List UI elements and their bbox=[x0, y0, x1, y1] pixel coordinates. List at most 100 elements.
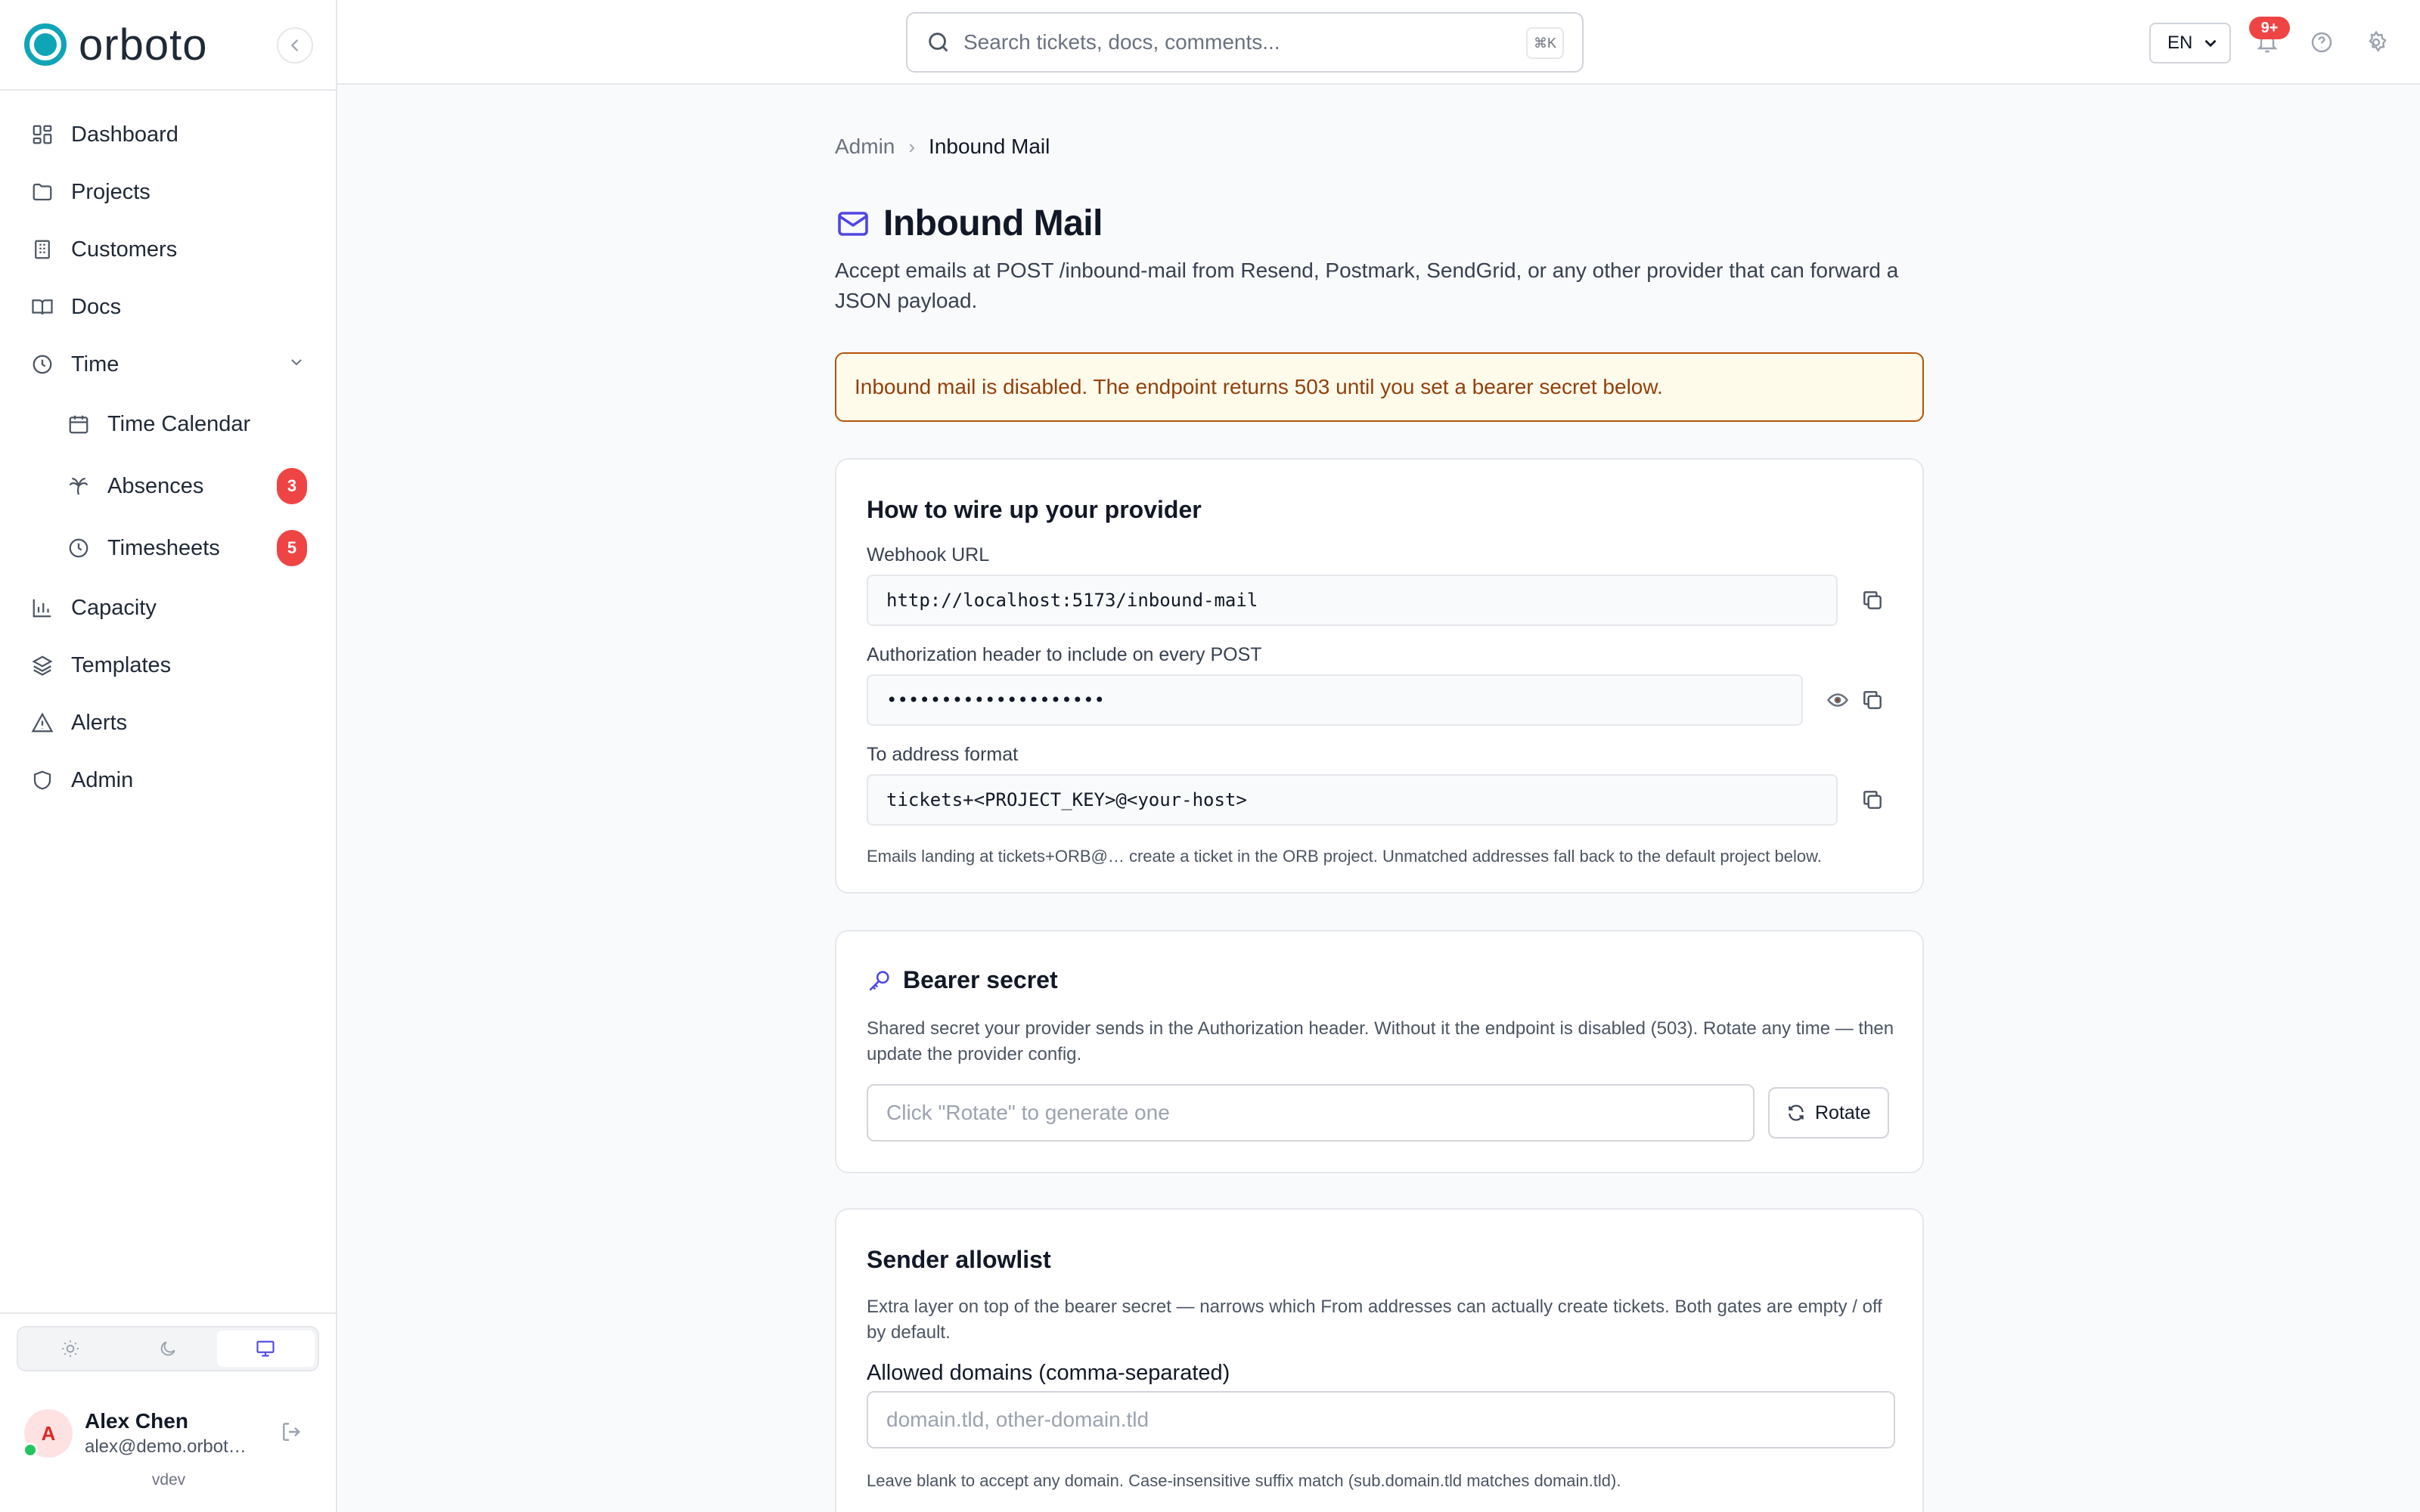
sidebar-item-absences[interactable]: Absences 3 bbox=[0, 455, 337, 517]
notifications-badge: 9+ bbox=[2249, 17, 2290, 39]
sidebar-item-label: Admin bbox=[71, 767, 134, 792]
sidebar-item-admin[interactable]: Admin bbox=[0, 751, 337, 809]
avatar: A bbox=[23, 1409, 73, 1458]
sender-allowlist-card: Sender allowlist Extra layer on top of t… bbox=[835, 1208, 1924, 1512]
sidebar-item-label: Docs bbox=[71, 294, 122, 319]
collapse-sidebar-button[interactable] bbox=[277, 27, 313, 64]
breadcrumb-current: Inbound Mail bbox=[929, 135, 1050, 158]
warning-triangle-icon bbox=[29, 709, 56, 736]
sidebar-item-label: Absences bbox=[107, 473, 204, 498]
moon-icon bbox=[160, 1341, 175, 1356]
mail-icon bbox=[838, 211, 868, 236]
folder-icon bbox=[29, 178, 56, 206]
allowed-domains-input[interactable]: domain.tld, other-domain.tld bbox=[867, 1391, 1895, 1448]
sidebar-nav: Dashboard Projects Customers Docs Time T… bbox=[0, 106, 337, 809]
sidebar-item-capacity[interactable]: Capacity bbox=[0, 579, 337, 637]
sidebar-item-label: Time Calendar bbox=[107, 411, 251, 436]
rotate-button[interactable]: Rotate bbox=[1768, 1087, 1889, 1139]
auth-header-label: Authorization header to include on every… bbox=[867, 644, 1262, 665]
copy-icon[interactable] bbox=[1857, 785, 1888, 815]
refresh-icon bbox=[1786, 1103, 1806, 1123]
absences-count-badge: 3 bbox=[277, 468, 307, 504]
eye-icon[interactable] bbox=[1823, 685, 1853, 715]
bearer-secret-input[interactable]: Click "Rotate" to generate one bbox=[867, 1084, 1754, 1142]
card-title: Bearer secret bbox=[867, 966, 1058, 994]
chevron-down-icon bbox=[2201, 33, 2220, 58]
online-status-dot bbox=[23, 1442, 38, 1458]
webhook-url-field[interactable]: http://localhost:5173/inbound-mail bbox=[867, 575, 1838, 626]
chevron-down-icon bbox=[287, 352, 306, 377]
to-address-label: To address format bbox=[867, 744, 1019, 765]
shield-icon bbox=[29, 767, 56, 794]
sidebar-item-label: Alerts bbox=[71, 710, 128, 735]
user-email: alex@demo.orbot… bbox=[85, 1436, 247, 1457]
webhook-url-value: http://localhost:5173/inbound-mail bbox=[886, 590, 1258, 611]
avatar-initial: A bbox=[41, 1421, 56, 1445]
timesheets-count-badge: 5 bbox=[277, 530, 307, 566]
alert-text: Inbound mail is disabled. The endpoint r… bbox=[855, 375, 1663, 398]
sidebar-item-label: Capacity bbox=[71, 595, 157, 620]
sidebar-item-timesheets[interactable]: Timesheets 5 bbox=[0, 517, 337, 579]
language-value: EN bbox=[2167, 33, 2193, 53]
theme-switcher bbox=[17, 1326, 319, 1371]
search-icon bbox=[929, 33, 948, 52]
brand-logo-icon bbox=[24, 23, 67, 66]
bar-chart-icon bbox=[29, 594, 56, 621]
sidebar-item-customers[interactable]: Customers bbox=[0, 221, 337, 278]
theme-light-button[interactable] bbox=[21, 1331, 119, 1367]
sidebar-item-time[interactable]: Time bbox=[0, 336, 337, 393]
page-header: Inbound Mail bbox=[835, 203, 1103, 244]
copy-icon[interactable] bbox=[1857, 585, 1888, 615]
webhook-url-label: Webhook URL bbox=[867, 544, 990, 565]
palm-tree-icon bbox=[65, 472, 92, 500]
auth-header-field[interactable]: •••••••••••••••••••• bbox=[867, 674, 1803, 726]
search-placeholder: Search tickets, docs, comments... bbox=[963, 30, 1280, 54]
gear-icon[interactable] bbox=[2361, 27, 2391, 57]
breadcrumb-parent-link[interactable]: Admin bbox=[835, 135, 895, 159]
allowed-domains-label: Allowed domains (comma-separated) bbox=[867, 1361, 1230, 1385]
allowlist-description: Extra layer on top of the bearer secret … bbox=[867, 1297, 1882, 1343]
theme-dark-button[interactable] bbox=[119, 1331, 216, 1367]
key-icon bbox=[869, 970, 889, 991]
page-title: Inbound Mail bbox=[883, 203, 1103, 243]
language-select[interactable]: EN bbox=[2149, 23, 2231, 64]
topbar: Search tickets, docs, comments... ⌘K EN … bbox=[337, 0, 2420, 85]
sidebar-item-templates[interactable]: Templates bbox=[0, 637, 337, 694]
copy-icon[interactable] bbox=[1857, 685, 1888, 715]
help-icon[interactable] bbox=[2307, 27, 2337, 57]
theme-system-button[interactable] bbox=[216, 1331, 315, 1367]
user-meta: Alex Chen alex@demo.orbot… bbox=[85, 1409, 259, 1458]
logout-icon[interactable] bbox=[280, 1420, 304, 1448]
card-title: Sender allowlist bbox=[867, 1246, 1051, 1273]
chevron-right-icon: › bbox=[908, 135, 916, 158]
chevron-left-icon bbox=[290, 39, 298, 51]
sidebar-item-docs[interactable]: Docs bbox=[0, 278, 337, 336]
page-description: Accept emails at POST /inbound-mail from… bbox=[835, 259, 1899, 312]
clock-icon bbox=[65, 534, 92, 562]
auth-header-value: •••••••••••••••••••• bbox=[886, 689, 1105, 711]
brand: orboto bbox=[0, 0, 336, 91]
building-icon bbox=[29, 236, 56, 263]
sidebar-divider bbox=[0, 1312, 336, 1314]
calendar-icon bbox=[65, 411, 92, 438]
to-address-hint: Emails landing at tickets+ORB@… create a… bbox=[867, 847, 1822, 866]
sidebar-item-label: Customers bbox=[71, 237, 178, 262]
sidebar-item-alerts[interactable]: Alerts bbox=[0, 694, 337, 751]
user-profile[interactable]: A Alex Chen alex@demo.orbot… bbox=[23, 1403, 319, 1464]
wire-provider-card: How to wire up your provider Webhook URL… bbox=[835, 458, 1924, 894]
app-version: vdev bbox=[151, 1471, 186, 1489]
sidebar-item-label: Dashboard bbox=[71, 122, 178, 147]
sidebar-item-dashboard[interactable]: Dashboard bbox=[0, 106, 337, 163]
sidebar-item-projects[interactable]: Projects bbox=[0, 163, 337, 221]
dashboard-icon bbox=[29, 121, 56, 148]
sidebar-item-time-calendar[interactable]: Time Calendar bbox=[0, 393, 337, 455]
monitor-icon bbox=[256, 1340, 275, 1357]
card-title: How to wire up your provider bbox=[867, 496, 1202, 523]
allowed-domains-hint: Leave blank to accept any domain. Case-i… bbox=[867, 1471, 1621, 1490]
book-icon bbox=[29, 293, 56, 321]
search-shortcut-hint: ⌘K bbox=[1526, 27, 1564, 59]
to-address-field[interactable]: tickets+<PROJECT_KEY>@<your-host> bbox=[867, 774, 1838, 826]
sidebar: orboto Dashboard Projects Customers Docs… bbox=[0, 0, 337, 1512]
search-input[interactable]: Search tickets, docs, comments... ⌘K bbox=[906, 12, 1584, 73]
to-address-value: tickets+<PROJECT_KEY>@<your-host> bbox=[886, 789, 1247, 810]
